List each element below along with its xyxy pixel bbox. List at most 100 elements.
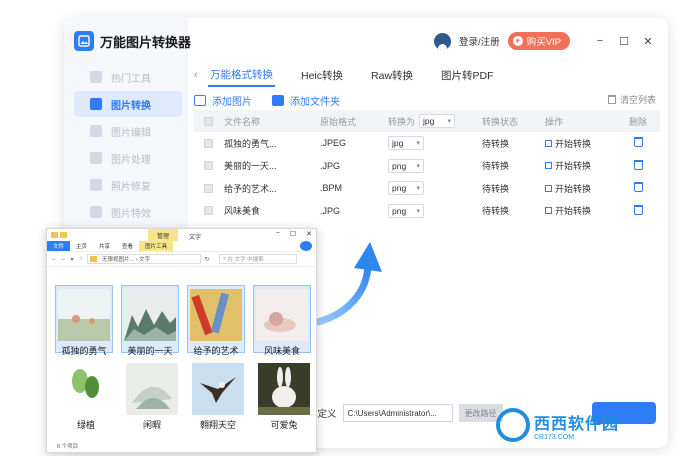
start-convert-button[interactable]: 开始转换 [545, 182, 623, 195]
file-name: 风味美食 [224, 206, 261, 217]
explorer-title-bar: 管理 文字 − ☐ ✕ [47, 229, 316, 241]
play-icon [545, 139, 552, 147]
thumbnail-image [124, 289, 176, 341]
table-row: 给予的艺术... .BPM png ▾ 待转换 开始转换 [194, 177, 660, 200]
row-checkbox[interactable] [204, 138, 213, 148]
table-row: 美丽的一天... .JPG png ▾ 待转换 开始转换 [194, 155, 660, 178]
delete-icon[interactable] [633, 182, 643, 193]
forward-arrow-icon[interactable]: → [60, 256, 66, 262]
chevron-down-icon: ▾ [416, 140, 420, 148]
back-chevron-icon[interactable]: ‹ [194, 69, 208, 81]
target-format-select[interactable]: jpg ▾ [388, 136, 424, 151]
thumbnail-image [256, 289, 308, 341]
tab-image-to-pdf[interactable]: 图片转PDF [439, 65, 496, 86]
chevron-down-icon: ▾ [447, 118, 452, 125]
tab-raw[interactable]: Raw转换 [369, 65, 415, 86]
explorer-minimize-button[interactable]: − [276, 230, 280, 238]
play-icon [545, 184, 552, 192]
file-name: 给予的艺术... [224, 183, 277, 194]
explorer-search-input[interactable]: ⌕ 在 文字 中搜索 [219, 254, 297, 264]
table-row: 风味美食 .JPG png ▾ 待转换 开始转换 [194, 200, 660, 223]
back-arrow-icon[interactable]: ← [51, 256, 57, 262]
thumbnail-item[interactable]: 可爱兔 [255, 363, 313, 431]
header-delete: 删除 [628, 116, 647, 127]
thumbnail-image [60, 363, 112, 415]
row-checkbox[interactable] [204, 206, 213, 216]
file-table: 文件名称 原始格式 转换为 jpg ▾ 转换状态 操作 删除 孤独的勇气... .… [194, 110, 660, 222]
image-effects-icon [90, 206, 102, 218]
thumbnail-item[interactable]: 孤独的勇气 [55, 285, 113, 356]
sidebar-item-image-effects[interactable]: 图片特效 [74, 199, 182, 225]
help-icon[interactable] [300, 241, 312, 251]
sidebar-item-label: 图片转换 [111, 100, 151, 112]
chevron-down-icon: ▾ [416, 162, 420, 170]
start-convert-button[interactable]: 开始转换 [545, 204, 623, 217]
chevron-down-icon[interactable]: ▾ [69, 256, 75, 263]
target-format-select[interactable]: png ▾ [388, 203, 424, 218]
sidebar-item-label: 图片处理 [111, 154, 151, 166]
ribbon-tab-home[interactable]: 主页 [70, 241, 93, 251]
target-format-select[interactable]: png ▾ [388, 158, 424, 173]
tab-universal-format[interactable]: 万能格式转换 [208, 64, 275, 87]
delete-icon[interactable] [633, 137, 643, 148]
row-checkbox[interactable] [204, 183, 213, 193]
ribbon-tab-share[interactable]: 共享 [93, 241, 116, 251]
user-avatar-icon[interactable] [434, 32, 452, 50]
watermark-url: CR173.COM [534, 433, 575, 441]
sidebar-item-image-convert[interactable]: 图片转换 [74, 91, 182, 117]
sidebar-item-photo-repair[interactable]: 照片修复 [74, 172, 182, 198]
thumbnail-item[interactable]: 风味美食 [253, 285, 311, 356]
login-link[interactable]: 登录/注册 [459, 34, 500, 48]
thumbnail-item[interactable]: 给予的艺术 [187, 285, 245, 356]
manage-tab[interactable]: 管理 [148, 229, 178, 241]
item-count: 8 个项目 [57, 444, 79, 450]
buy-vip-button[interactable]: ♥ 购买VIP [507, 32, 570, 50]
ribbon-tab-picture-tools[interactable]: 图片工具 [139, 241, 174, 251]
header-operation: 操作 [545, 116, 564, 127]
file-format: .JPEG [320, 138, 347, 149]
play-icon [545, 207, 552, 215]
add-image-icon [194, 94, 206, 106]
vip-badge-icon: ♥ [512, 36, 523, 46]
target-format-select[interactable]: png ▾ [388, 181, 424, 196]
clear-list-button[interactable]: 清空列表 [607, 93, 656, 106]
play-icon [545, 162, 552, 170]
ribbon-tab-file[interactable]: 文件 [47, 241, 71, 251]
select-all-checkbox[interactable] [204, 116, 213, 126]
thumbnail-image [192, 363, 244, 415]
row-checkbox[interactable] [204, 161, 213, 171]
folder-icon [51, 232, 58, 238]
output-path-field[interactable]: C:\Users\Administrator\... [342, 404, 453, 422]
minimize-button[interactable]: − [592, 33, 608, 49]
explorer-window-controls: − ☐ ✕ [276, 230, 312, 238]
file-status: 待转换 [482, 161, 510, 172]
start-convert-button[interactable]: 开始转换 [545, 159, 623, 172]
add-image-button[interactable]: 添加图片 [194, 93, 252, 108]
thumbnail-item[interactable]: 翱翔天空 [189, 363, 247, 431]
maximize-button[interactable]: ☐ [616, 33, 632, 49]
delete-icon[interactable] [633, 204, 643, 215]
trash-icon [607, 95, 616, 104]
explorer-maximize-button[interactable]: ☐ [290, 230, 296, 238]
thumbnail-item[interactable]: 绿植 [57, 363, 115, 431]
file-name: 美丽的一天... [224, 161, 277, 172]
output-settings: 自定义 C:\Users\Administrator\... 更改路径 [308, 404, 503, 422]
image-edit-icon [90, 125, 102, 137]
ribbon-tab-view[interactable]: 查看 [116, 241, 139, 251]
sidebar-item-image-process[interactable]: 图片处理 [74, 145, 182, 171]
delete-icon[interactable] [633, 159, 643, 170]
sidebar-item-image-edit[interactable]: 图片编辑 [74, 118, 182, 144]
up-arrow-icon[interactable]: ↑ [78, 256, 84, 262]
explorer-path-field[interactable]: 无限视图片... › 文字 [87, 254, 201, 264]
start-convert-button[interactable]: 开始转换 [545, 137, 623, 150]
add-folder-button[interactable]: 添加文件夹 [272, 93, 340, 108]
close-button[interactable]: ✕ [640, 33, 656, 49]
explorer-close-button[interactable]: ✕ [306, 230, 312, 238]
thumbnail-item[interactable]: 美丽的一天 [121, 285, 179, 356]
refresh-icon[interactable]: ↻ [204, 256, 210, 263]
tab-heic[interactable]: Heic转换 [299, 65, 345, 86]
header-status: 转换状态 [482, 116, 519, 127]
sidebar-item-hot-tools[interactable]: 热门工具 [74, 64, 182, 90]
convert-all-select[interactable]: jpg ▾ [419, 114, 456, 128]
thumbnail-item[interactable]: 闲暇 [123, 363, 181, 431]
